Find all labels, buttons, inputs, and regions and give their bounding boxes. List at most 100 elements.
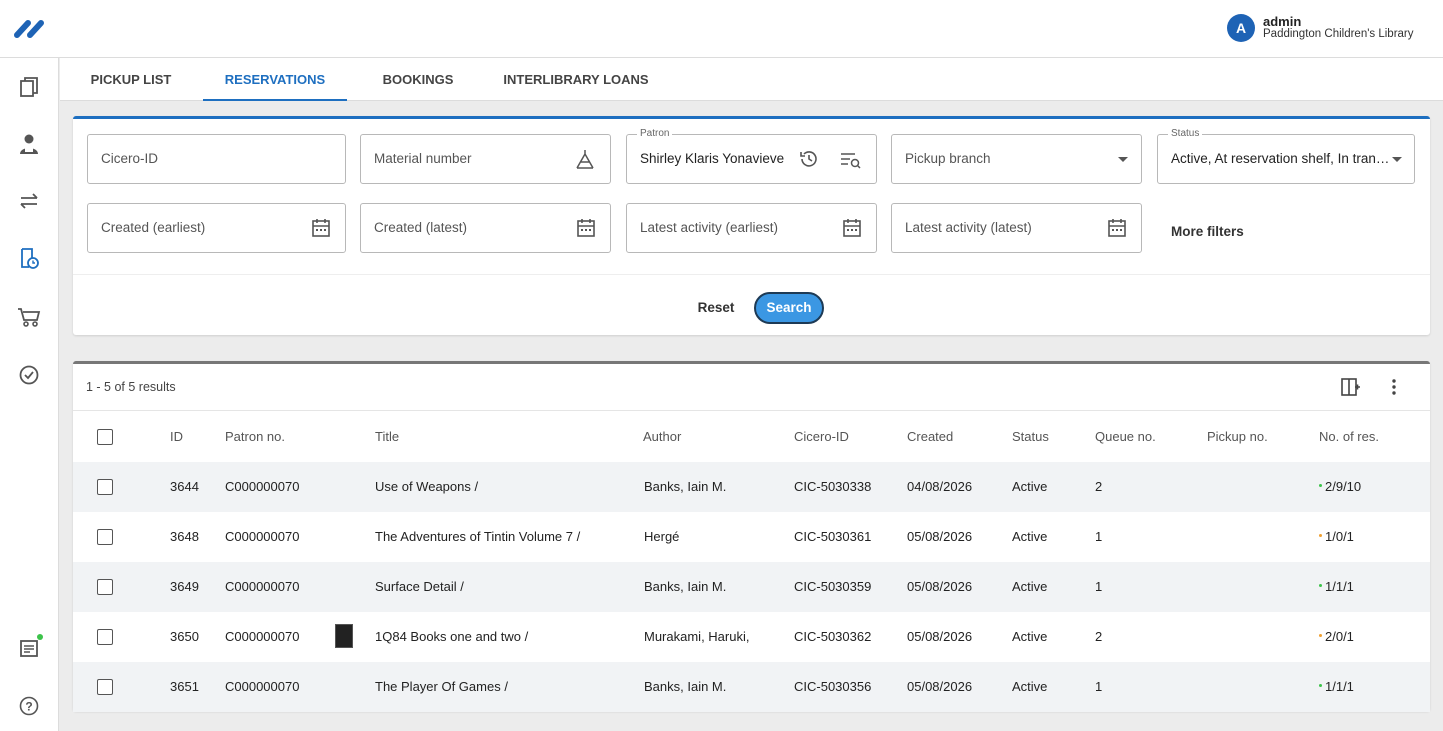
cell-id: 3649	[170, 579, 199, 594]
column-header-title[interactable]: Title	[375, 411, 399, 463]
cell-title[interactable]: Surface Detail /	[375, 562, 464, 612]
created-latest-field[interactable]: Created (latest)	[360, 203, 611, 253]
calendar-icon[interactable]	[310, 217, 332, 239]
cell-status: Active	[1012, 529, 1048, 544]
cell-created: 05/08/2026	[907, 679, 973, 694]
more-filters-button[interactable]: More filters	[1171, 224, 1244, 239]
no-of-res-value: 1/0/1	[1325, 529, 1354, 544]
status-dot	[1319, 634, 1322, 638]
pickup-branch-select[interactable]: Pickup branch	[891, 134, 1142, 184]
app-logo-icon[interactable]	[13, 19, 47, 39]
cell-author: Banks, Iain M.	[644, 679, 727, 694]
material-number-placeholder: Material number	[374, 151, 472, 166]
cell-status: Active	[1012, 579, 1048, 594]
chevron-down-icon	[1118, 157, 1128, 162]
book-cover-thumbnail[interactable]	[335, 624, 353, 648]
no-of-res-value: 1/1/1	[1325, 679, 1354, 694]
table-row[interactable]: 3644 C000000070 Use of Weapons / Banks, …	[73, 462, 1430, 512]
catalogue-icon[interactable]	[17, 75, 41, 99]
cell-cicero-id: CIC-5030359	[794, 579, 872, 594]
tasks-icon[interactable]	[17, 363, 41, 387]
column-header-queue-no[interactable]: Queue no.	[1095, 411, 1156, 463]
reports-icon[interactable]	[17, 636, 41, 660]
cell-queue-no: 2	[1095, 479, 1103, 494]
shelf-location-icon[interactable]	[574, 148, 596, 170]
column-header-patron-no[interactable]: Patron no.	[225, 411, 285, 463]
cell-queue-no: 1	[1095, 529, 1103, 544]
cell-created: 05/08/2026	[907, 579, 973, 594]
created-latest-placeholder: Created (latest)	[374, 220, 468, 235]
user-menu[interactable]: A admin Paddington Children's Library	[1227, 14, 1414, 42]
circulation-icon[interactable]	[17, 189, 41, 213]
table-row[interactable]: 3650 C000000070 1Q84 Books one and two /…	[73, 612, 1430, 662]
cell-queue-no: 1	[1095, 579, 1103, 594]
created-earliest-placeholder: Created (earliest)	[101, 220, 206, 235]
column-header-cicero-id[interactable]: Cicero-ID	[794, 411, 849, 463]
calendar-icon[interactable]	[575, 217, 597, 239]
more-options-icon[interactable]	[1383, 376, 1405, 398]
cicero-id-placeholder: Cicero-ID	[101, 151, 159, 166]
row-checkbox[interactable]	[97, 529, 113, 545]
cell-status: Active	[1012, 629, 1048, 644]
cell-title[interactable]: The Player Of Games /	[375, 662, 508, 712]
activity-earliest-placeholder: Latest activity (earliest)	[640, 220, 779, 235]
cell-status: Active	[1012, 679, 1048, 694]
activity-latest-field[interactable]: Latest activity (latest)	[891, 203, 1142, 253]
status-dot	[1319, 534, 1322, 538]
reservations-icon[interactable]	[17, 246, 41, 270]
patron-search-icon[interactable]	[839, 148, 861, 170]
history-icon[interactable]	[798, 148, 820, 170]
no-of-res-value: 2/9/10	[1325, 479, 1362, 494]
column-header-pickup-no[interactable]: Pickup no.	[1207, 411, 1268, 463]
column-header-id[interactable]: ID	[170, 411, 183, 463]
avatar[interactable]: A	[1227, 14, 1255, 42]
table-row[interactable]: 3651 C000000070 The Player Of Games / Ba…	[73, 662, 1430, 712]
cell-no-of-res: 2/9/10	[1319, 462, 1361, 512]
cell-patron-no: C000000070	[225, 579, 300, 594]
filter-panel: Cicero-ID Material number Patron Shirley…	[73, 116, 1430, 335]
material-number-field[interactable]: Material number	[360, 134, 611, 184]
created-earliest-field[interactable]: Created (earliest)	[87, 203, 346, 253]
cell-title[interactable]: Use of Weapons /	[375, 462, 478, 512]
select-all-checkbox[interactable]	[97, 429, 113, 445]
row-checkbox[interactable]	[97, 579, 113, 595]
patrons-icon[interactable]	[17, 132, 41, 156]
cell-patron-no: C000000070	[225, 629, 300, 644]
cicero-id-field[interactable]: Cicero-ID	[87, 134, 346, 184]
help-icon[interactable]: ?	[17, 694, 41, 718]
cell-id: 3651	[170, 679, 199, 694]
column-settings-icon[interactable]	[1339, 376, 1361, 398]
calendar-icon[interactable]	[1106, 217, 1128, 239]
status-select[interactable]: Status Active, At reservation shelf, In …	[1157, 128, 1415, 184]
row-checkbox[interactable]	[97, 479, 113, 495]
patron-field[interactable]: Patron Shirley Klaris Yonavieve Ec	[626, 128, 877, 184]
column-header-status[interactable]: Status	[1012, 411, 1049, 463]
cell-title[interactable]: 1Q84 Books one and two /	[375, 612, 528, 662]
search-button[interactable]: Search	[754, 292, 824, 324]
cell-title[interactable]: The Adventures of Tintin Volume 7 /	[375, 512, 580, 562]
table-row[interactable]: 3649 C000000070 Surface Detail / Banks, …	[73, 562, 1430, 612]
tab-reservations[interactable]: RESERVATIONS	[203, 58, 347, 101]
column-header-no-of-res[interactable]: No. of res.	[1319, 411, 1379, 463]
cell-cicero-id: CIC-5030356	[794, 679, 872, 694]
user-organization: Paddington Children's Library	[1263, 28, 1414, 40]
calendar-icon[interactable]	[841, 217, 863, 239]
activity-latest-placeholder: Latest activity (latest)	[905, 220, 1032, 235]
table-row[interactable]: 3648 C000000070 The Adventures of Tintin…	[73, 512, 1430, 562]
reset-button[interactable]: Reset	[689, 293, 743, 323]
cell-id: 3650	[170, 629, 199, 644]
row-checkbox[interactable]	[97, 679, 113, 695]
cell-status: Active	[1012, 479, 1048, 494]
activity-earliest-field[interactable]: Latest activity (earliest)	[626, 203, 877, 253]
column-header-author[interactable]: Author	[643, 411, 681, 463]
acquisitions-icon[interactable]	[17, 305, 41, 329]
tab-pickup-list[interactable]: PICKUP LIST	[80, 58, 182, 101]
table-header: ID Patron no. Title Author Cicero-ID Cre…	[73, 410, 1430, 462]
tab-bookings[interactable]: BOOKINGS	[368, 58, 468, 101]
cell-no-of-res: 1/1/1	[1319, 662, 1354, 712]
tab-interlibrary-loans[interactable]: INTERLIBRARY LOANS	[500, 58, 652, 101]
column-header-created[interactable]: Created	[907, 411, 953, 463]
status-dot	[1319, 684, 1322, 688]
row-checkbox[interactable]	[97, 629, 113, 645]
results-panel: 1 - 5 of 5 results ID Patron no. Title A…	[73, 361, 1430, 712]
